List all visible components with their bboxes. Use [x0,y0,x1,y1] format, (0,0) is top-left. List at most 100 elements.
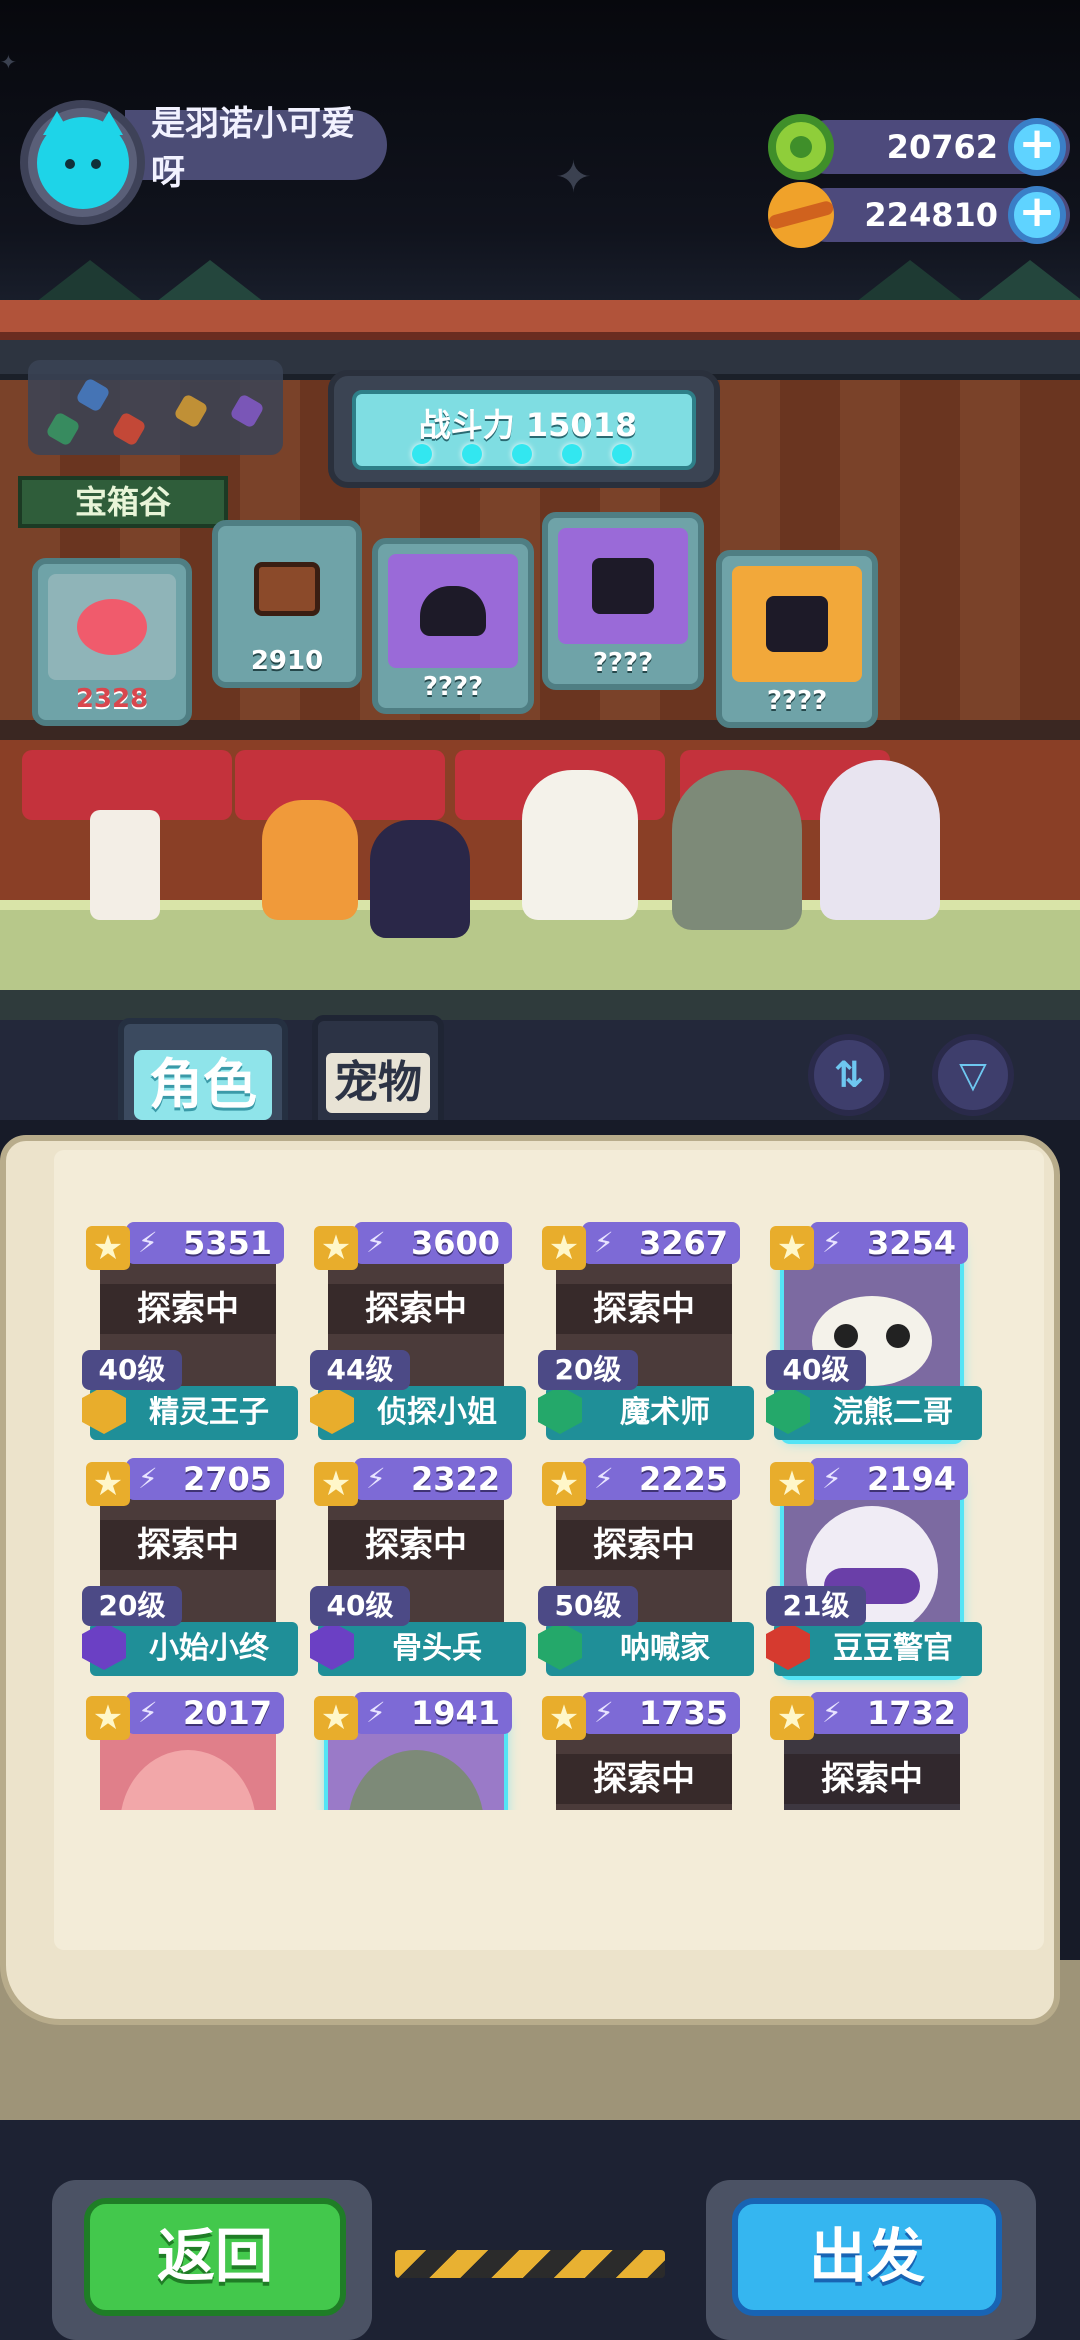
character-card[interactable]: 2194 ⚡ ★ 豆豆警官 21级 [766,1458,982,1676]
chest-value: ???? [592,648,654,678]
chest-slot[interactable]: 2328 [32,558,192,726]
bolt-icon: ⚡ [822,1226,842,1259]
bolt-icon: ⚡ [366,1462,386,1495]
status-label: 探索中 [556,1284,732,1334]
bolt-icon: ⚡ [822,1696,842,1729]
status-label: 探索中 [100,1520,276,1570]
chest-slot[interactable]: ???? [372,538,534,714]
depart-button[interactable]: 出发 [732,2198,1002,2316]
level-badge: 40级 [82,1350,182,1390]
locked-chest-icon [420,586,486,636]
star-icon: ★ [314,1226,358,1270]
tab-characters[interactable]: 角色 [118,1018,288,1130]
level-badge: 20级 [82,1586,182,1626]
hazard-stripe [395,2250,665,2278]
region-label: 宝箱谷 [18,476,228,528]
filter-button[interactable]: ▽ [932,1034,1014,1116]
bolt-icon: ⚡ [366,1226,386,1259]
locked-chest-icon [766,596,828,652]
star-icon: ★ [542,1226,586,1270]
cat-avatar-icon [36,110,129,209]
team-power-display: 战斗力 15018 [352,390,696,470]
character-card[interactable]: 1941 ⚡ ★ [314,1692,512,1810]
bolt-icon: ⚡ [594,1226,614,1259]
status-label: 探索中 [328,1284,504,1334]
star-icon: ★ [770,1462,814,1506]
star-icon: ★ [314,1696,358,1740]
orange-planet-icon [767,182,835,248]
tab-pets-label: 宠物 [326,1053,430,1113]
chest-slot[interactable]: ???? [542,512,704,690]
sort-button[interactable]: ⇅ [808,1034,890,1116]
panda-character[interactable] [522,770,638,920]
chest-value: ???? [766,686,828,716]
route-map-panel[interactable] [28,360,283,455]
star-icon: ★ [86,1462,130,1506]
robot-character[interactable] [90,810,160,920]
train-stage: 战斗力 15018 宝箱谷 2328 2910 ???? ???? ???? [0,300,1080,1020]
level-badge: 21级 [766,1586,866,1626]
floor-edge [0,990,1080,1020]
character-card[interactable]: 2322 ⚡ ★ 探索中 骨头兵 40级 [310,1458,526,1676]
character-card[interactable]: 2225 ⚡ ★ 探索中 呐喊家 50级 [538,1458,754,1676]
star-icon: ✦ [555,152,592,203]
character-card[interactable]: 3254 ⚡ ★ 浣熊二哥 40级 [766,1222,982,1440]
pink-bag-icon [77,599,147,655]
cat-character[interactable] [370,820,470,938]
bolt-icon: ⚡ [822,1462,842,1495]
bolt-icon: ⚡ [138,1696,158,1729]
bolt-icon: ⚡ [594,1462,614,1495]
status-label: 探索中 [328,1520,504,1570]
chest-value: 2910 [250,646,324,676]
chest-value: 2328 [75,684,149,714]
sort-icon: ⇅ [833,1054,865,1096]
status-label: 探索中 [556,1754,732,1804]
character-card[interactable]: 1732 ⚡ ★ 探索中 [770,1692,968,1810]
currency-value: 20762 [886,128,998,166]
character-card[interactable]: 3267 ⚡ ★ 探索中 魔术师 20级 [538,1222,754,1440]
status-label: 探索中 [100,1284,276,1334]
green-donut-icon [768,114,834,180]
level-badge: 40级 [766,1350,866,1390]
level-badge: 50级 [538,1586,638,1626]
bolt-icon: ⚡ [138,1462,158,1495]
fox-character[interactable] [262,800,358,920]
locked-chest-icon [592,558,654,614]
star-icon: ✦ [0,50,17,74]
filter-icon: ▽ [959,1054,987,1096]
bolt-icon: ⚡ [366,1696,386,1729]
team-power-panel: 战斗力 15018 [328,370,720,488]
add-currency-button[interactable]: + [1008,118,1066,176]
star-icon: ★ [542,1696,586,1740]
star-icon: ★ [770,1226,814,1270]
star-icon: ★ [314,1462,358,1506]
plant-character[interactable] [672,770,802,930]
bolt-icon: ⚡ [594,1696,614,1729]
star-icon: ★ [86,1696,130,1740]
player-avatar[interactable] [20,100,145,225]
character-card[interactable]: 1735 ⚡ ★ 探索中 [542,1692,740,1810]
character-card[interactable]: 3600 ⚡ ★ 探索中 侦探小姐 44级 [310,1222,526,1440]
police-character[interactable] [820,760,940,920]
character-card[interactable]: 2017 ⚡ ★ [86,1692,284,1810]
level-badge: 20级 [538,1350,638,1390]
back-button[interactable]: 返回 [84,2198,346,2316]
tab-pets[interactable]: 宠物 [312,1015,444,1130]
chest-slot[interactable]: 2910 [212,520,362,688]
team-power-label: 战斗力 15018 [418,406,638,444]
level-badge: 44级 [310,1350,410,1390]
chest-value: ???? [422,672,484,702]
add-currency-button[interactable]: + [1008,186,1066,244]
star-icon: ★ [86,1226,130,1270]
level-badge: 40级 [310,1586,410,1626]
star-icon: ★ [770,1696,814,1740]
star-icon: ★ [542,1462,586,1506]
character-card[interactable]: 2705 ⚡ ★ 探索中 小始小终 20级 [82,1458,298,1676]
character-card[interactable]: 5351 ⚡ ★ 探索中 精灵王子 40级 [82,1222,298,1440]
player-name[interactable]: 是羽诺小可爱呀 [125,104,387,193]
roster-row-partial: 2017 ⚡ ★ 1941 ⚡ ★ 1735 ⚡ ★ 探索中 1732 ⚡ ★ … [70,1692,1000,1810]
currency-value: 224810 [864,196,998,234]
bolt-icon: ⚡ [138,1226,158,1259]
chest-slot[interactable]: ???? [716,550,878,728]
status-label: 探索中 [784,1754,960,1804]
